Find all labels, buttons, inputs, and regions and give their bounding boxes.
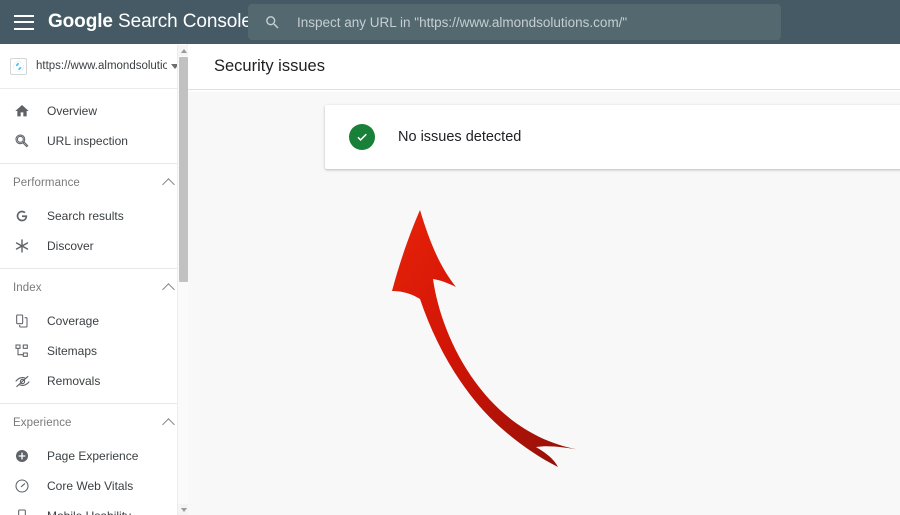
sidebar-item-label: Sitemaps — [47, 344, 98, 358]
chevron-up-icon[interactable] — [162, 418, 175, 431]
sidebar-group-performance[interactable]: Performance — [0, 170, 187, 196]
scrollbar-thumb[interactable] — [179, 57, 188, 282]
sidebar-item-label: Search results — [47, 209, 124, 223]
sidebar-group-title: Index — [13, 282, 42, 294]
sidebar-item-search-results[interactable]: Search results — [0, 201, 187, 231]
home-icon — [13, 102, 31, 120]
hamburger-menu-icon[interactable] — [14, 14, 34, 30]
page-title: Security issues — [214, 57, 325, 75]
plus-circle-icon — [13, 447, 31, 465]
page-titlebar: Security issues — [188, 44, 900, 90]
search-icon — [266, 15, 279, 29]
property-selector[interactable]: https://www.almondsolution… — [0, 44, 187, 89]
asterisk-star-icon — [13, 237, 31, 255]
chevron-up-icon[interactable] — [162, 178, 175, 191]
sidebar-item-removals[interactable]: Removals — [0, 366, 187, 396]
sidebar-group-index[interactable]: Index — [0, 275, 187, 301]
sidebar-group-experience[interactable]: Experience — [0, 410, 187, 436]
eye-off-icon — [13, 372, 31, 390]
sidebar-scrollbar[interactable] — [177, 45, 189, 515]
content-top-strip — [188, 90, 900, 92]
sidebar-item-core-web-vitals[interactable]: Core Web Vitals — [0, 471, 187, 501]
search-input-placeholder: Inspect any URL in "https://www.almondso… — [297, 14, 628, 30]
sidebar-item-label: Removals — [47, 374, 101, 388]
sidebar-item-label: Page Experience — [47, 449, 139, 463]
property-label: https://www.almondsolution… — [36, 60, 167, 72]
status-card: No issues detected — [325, 105, 900, 169]
sidebar-item-label: URL inspection — [47, 134, 128, 148]
sidebar-item-page-experience[interactable]: Page Experience — [0, 441, 187, 471]
sidebar-divider — [0, 163, 187, 164]
main-content: Security issues No issues detected — [188, 44, 900, 515]
sidebar-item-label: Overview — [47, 104, 98, 118]
curved-red-arrow-annotation — [378, 195, 638, 475]
green-check-circle-icon — [349, 124, 375, 150]
sidebar-item-sitemaps[interactable]: Sitemaps — [0, 336, 187, 366]
product-logo[interactable]: Google Search Console — [48, 11, 252, 33]
app-root: Google Search Console Inspect any URL in… — [0, 0, 900, 515]
search-icon — [13, 132, 31, 150]
sidebar-group-title: Performance — [13, 177, 80, 189]
globe-favicon-icon — [10, 57, 27, 75]
sidebar-item-url-inspection[interactable]: URL inspection — [0, 126, 187, 156]
speedometer-gauge-icon — [13, 477, 31, 495]
sitemap-tree-icon — [13, 342, 31, 360]
sidebar: https://www.almondsolution… Overview URL… — [0, 44, 188, 515]
brand-search-console: Search Console — [118, 11, 252, 32]
sidebar-item-label: Core Web Vitals — [47, 479, 134, 493]
top-header: Google Search Console Inspect any URL in… — [0, 0, 900, 44]
sidebar-item-coverage[interactable]: Coverage — [0, 306, 187, 336]
sidebar-item-discover[interactable]: Discover — [0, 231, 187, 261]
url-inspection-search-box[interactable]: Inspect any URL in "https://www.almondso… — [248, 4, 781, 40]
status-card-text: No issues detected — [398, 129, 522, 145]
sidebar-divider — [0, 268, 187, 269]
google-g-icon — [13, 207, 31, 225]
sidebar-item-label: Coverage — [47, 314, 100, 328]
sidebar-group-title: Experience — [13, 417, 72, 429]
sidebar-item-mobile-usability[interactable]: Mobile Usability — [0, 501, 187, 515]
chevron-up-icon[interactable] — [162, 283, 175, 296]
sidebar-item-label: Mobile Usability — [47, 509, 131, 515]
brand-google: Google — [48, 11, 113, 32]
mobile-phone-icon — [13, 507, 31, 515]
documents-copy-icon — [13, 312, 31, 330]
sidebar-nav: Overview URL inspection Performance Sear… — [0, 89, 187, 515]
content-area: No issues detected — [188, 90, 900, 515]
sidebar-item-overview[interactable]: Overview — [0, 96, 187, 126]
sidebar-item-label: Discover — [47, 239, 94, 253]
sidebar-divider — [0, 403, 187, 404]
